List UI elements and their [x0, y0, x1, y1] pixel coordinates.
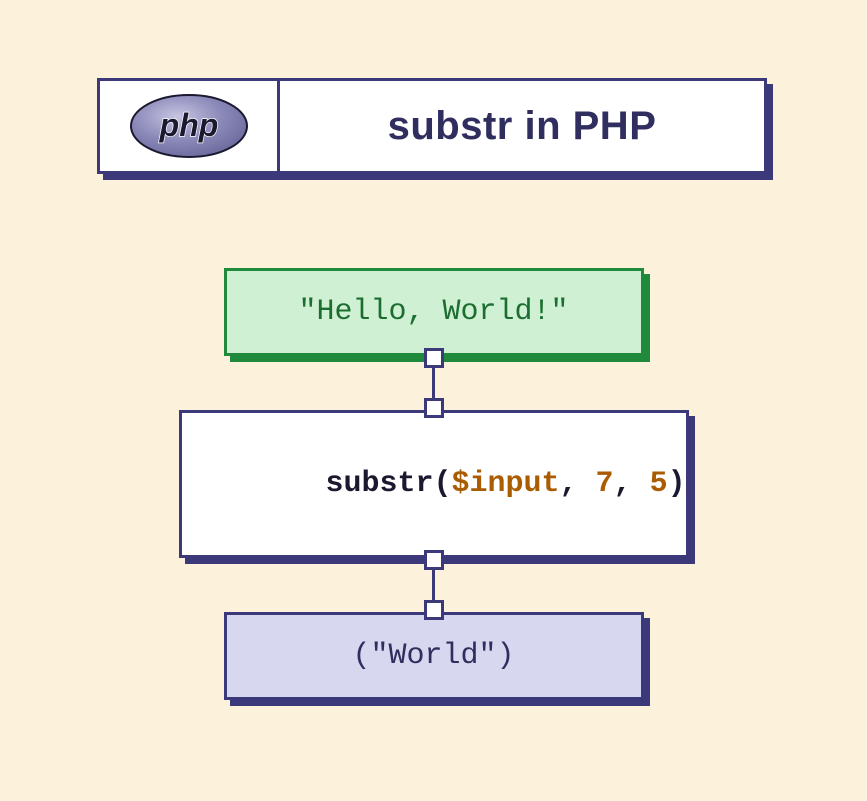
- title-bar: php substr in PHP: [97, 78, 767, 174]
- call-start: 7: [596, 467, 614, 501]
- input-box: "Hello, World!": [224, 268, 644, 356]
- output-literal: ("World"): [352, 641, 514, 671]
- php-logo-icon: php: [129, 93, 249, 159]
- title-cell: substr in PHP: [280, 81, 764, 171]
- input-literal: "Hello, World!": [298, 297, 568, 327]
- output-box: ("World"): [224, 612, 644, 700]
- call-func: substr: [325, 467, 433, 501]
- call-len: 5: [650, 467, 668, 501]
- call-close: ): [668, 467, 686, 501]
- call-sep1: ,: [560, 467, 596, 501]
- connector-bottom: [432, 558, 435, 612]
- php-logo-cell: php: [100, 81, 280, 171]
- call-sep2: ,: [614, 467, 650, 501]
- call-var: $input: [451, 467, 559, 501]
- function-call-box: substr($input, 7, 5): [179, 410, 689, 558]
- php-logo-text: php: [158, 107, 218, 143]
- flow-diagram: "Hello, World!" substr($input, 7, 5) ("W…: [174, 268, 694, 700]
- connector-top: [432, 356, 435, 410]
- call-open: (: [433, 467, 451, 501]
- page-title: substr in PHP: [388, 104, 657, 149]
- diagram-canvas: php substr in PHP "Hello, World!" substr…: [0, 0, 867, 801]
